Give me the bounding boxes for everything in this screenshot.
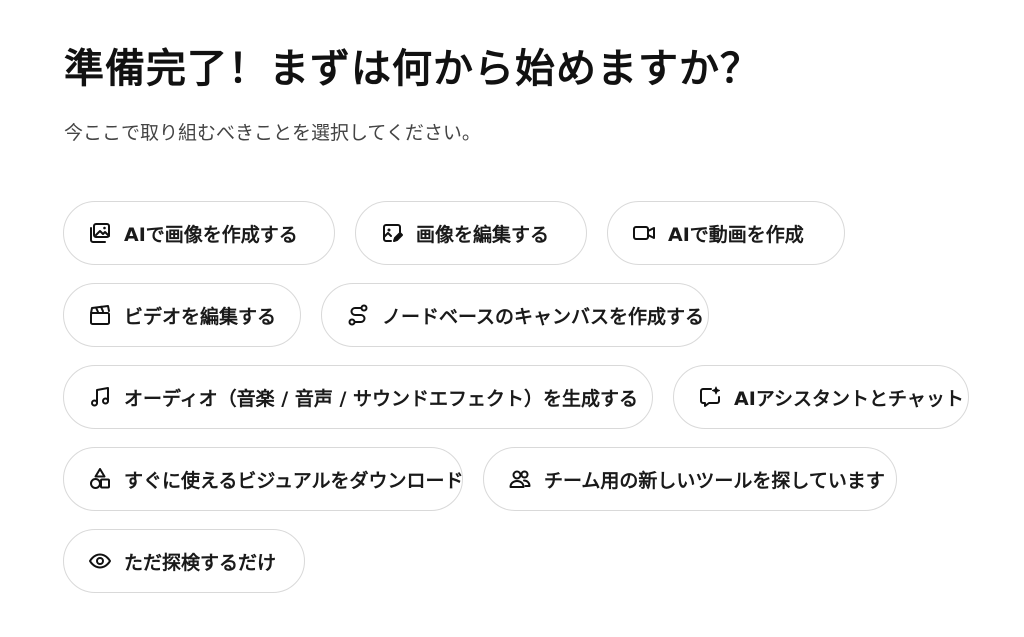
music-note-icon <box>88 385 112 409</box>
video-camera-icon <box>632 221 656 245</box>
option-just-explore[interactable]: ただ探検するだけ <box>63 529 305 593</box>
option-create-image-ai[interactable]: AIで画像を作成する <box>63 201 335 265</box>
option-label: AIで画像を作成する <box>124 223 298 246</box>
option-edit-image[interactable]: 画像を編集する <box>355 201 587 265</box>
option-label: AIで動画を作成 <box>668 223 804 246</box>
option-edit-video[interactable]: ビデオを編集する <box>63 283 301 347</box>
option-label: AIアシスタントとチャット <box>734 387 964 410</box>
clapperboard-icon <box>88 303 112 327</box>
option-download-visuals[interactable]: すぐに使えるビジュアルをダウンロード <box>63 447 464 511</box>
image-edit-icon <box>380 221 404 245</box>
onboarding-page: 準備完了！まずは何から始めますか？ 今ここで取り組むべきことを選択してください。… <box>0 0 1024 637</box>
users-icon <box>508 467 532 491</box>
option-team-tools[interactable]: チーム用の新しいツールを探しています <box>483 447 897 511</box>
option-label: ビデオを編集する <box>124 305 277 328</box>
eye-icon <box>88 549 112 573</box>
page-subtitle: 今ここで取り組むべきことを選択してください。 <box>64 122 481 144</box>
option-generate-audio[interactable]: オーディオ（音楽 / 音声 / サウンドエフェクト）を生成する <box>63 365 653 429</box>
option-label: ただ探検するだけ <box>124 551 277 574</box>
option-row: ただ探検するだけ <box>63 529 1003 593</box>
option-label: すぐに使えるビジュアルをダウンロード <box>124 469 464 492</box>
page-title: 準備完了！まずは何から始めますか？ <box>64 46 761 92</box>
option-ai-chat[interactable]: AIアシスタントとチャット <box>673 365 969 429</box>
option-node-canvas[interactable]: ノードベースのキャンバスを作成する <box>321 283 709 347</box>
option-create-video-ai[interactable]: AIで動画を作成 <box>607 201 845 265</box>
option-row: オーディオ（音楽 / 音声 / サウンドエフェクト）を生成する AIアシスタント… <box>63 365 1003 429</box>
option-row: AIで画像を作成する 画像を編集する AIで動画を作成 <box>63 201 1003 265</box>
option-row: すぐに使えるビジュアルをダウンロード チーム用の新しいツールを探しています <box>63 447 1003 511</box>
option-label: チーム用の新しいツールを探しています <box>544 469 885 492</box>
option-label: ノードベースのキャンバスを作成する <box>382 305 705 328</box>
option-label: 画像を編集する <box>416 223 550 246</box>
option-label: オーディオ（音楽 / 音声 / サウンドエフェクト）を生成する <box>124 387 639 410</box>
image-ai-icon <box>88 221 112 245</box>
chat-sparkle-icon <box>698 385 722 409</box>
node-path-icon <box>346 303 370 327</box>
option-list: AIで画像を作成する 画像を編集する AIで動画を作成 ビデオを編集する ノード… <box>63 201 1003 611</box>
option-row: ビデオを編集する ノードベースのキャンバスを作成する <box>63 283 1003 347</box>
shapes-icon <box>88 467 112 491</box>
